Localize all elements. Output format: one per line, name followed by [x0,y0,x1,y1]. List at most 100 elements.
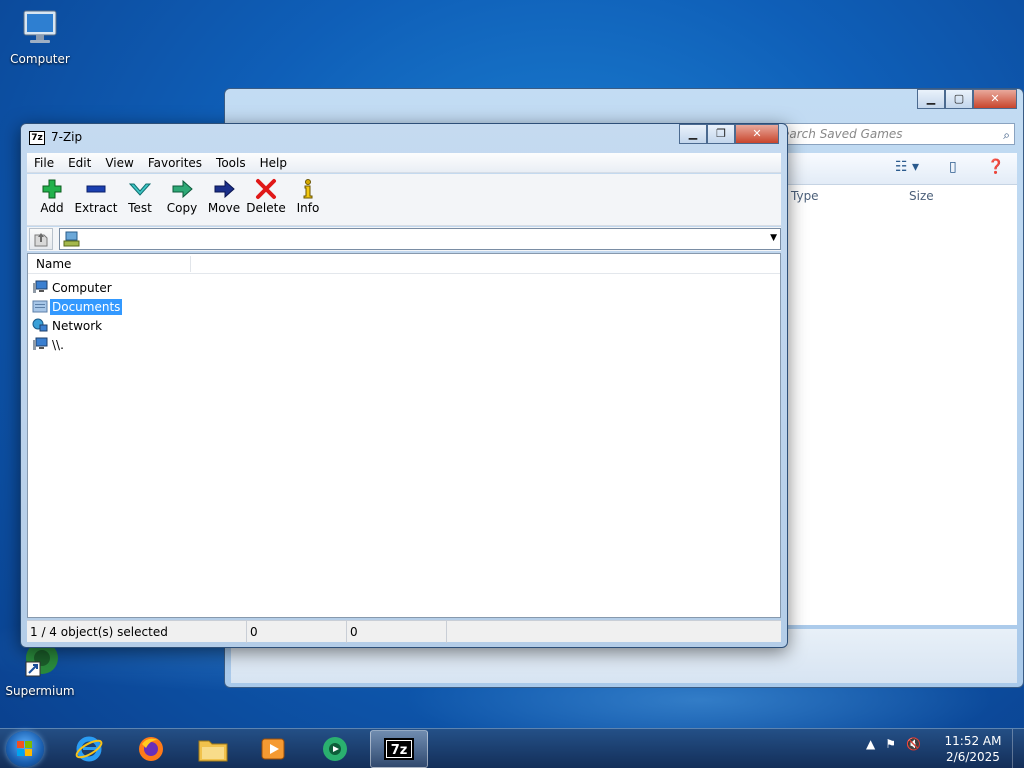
computer-icon [32,337,50,353]
column-size[interactable]: Size [909,189,934,203]
list-item-label: Documents [50,298,123,315]
move-label: Move [207,201,241,215]
taskbar-7zip[interactable]: 7z [370,730,428,768]
menu-favorites[interactable]: Favorites [141,156,209,170]
media-player-icon [261,738,285,760]
list-item-documents[interactable]: Documents [28,297,780,316]
sevenzip-titlebar[interactable]: 7z 7-Zip ▁ ❐ ✕ [21,124,787,150]
start-button[interactable] [6,731,44,767]
file-list[interactable]: Name Computer Documents Network \\. [27,253,781,618]
up-folder-button[interactable] [29,228,53,250]
desktop-icon-computer[interactable]: Computer [0,8,80,66]
extract-label: Extract [74,201,118,215]
status-packed: 0 [347,621,447,643]
documents-icon [32,299,50,315]
delete-icon [245,177,287,201]
menu-tools[interactable]: Tools [209,156,253,170]
clock[interactable]: 11:52 AM 2/6/2025 [940,733,1006,765]
sevenzip-window[interactable]: 7z 7-Zip ▁ ❐ ✕ File Edit View Favorites … [20,123,788,648]
restore-button[interactable]: ❐ [707,124,735,144]
minimize-button[interactable]: ▁ [679,124,707,144]
view-options-icon[interactable]: ☷ ▾ [895,159,919,175]
test-label: Test [128,201,152,215]
info-button[interactable]: Info [287,174,329,225]
window-title: 7-Zip [51,130,83,144]
sevenzip-toolbar: Add Extract Test Copy Move Delete Info [27,174,781,226]
taskbar-firefox[interactable] [122,730,180,768]
media-center-icon [323,737,347,761]
clock-time: 11:52 AM [944,734,1002,748]
move-button[interactable]: Move [203,174,245,225]
address-bar: ▼ [27,227,781,251]
maximize-button[interactable]: ▢ [945,89,973,109]
info-label: Info [296,201,320,215]
explorer-search-input[interactable]: earch Saved Games ⌕ [775,123,1015,145]
address-input[interactable]: ▼ [59,228,781,250]
move-icon [203,177,245,201]
internet-explorer-icon [75,736,103,762]
computer-icon [18,8,62,48]
info-icon [287,177,329,201]
system-tray: ▲ ⚑ 🔇 [866,737,921,751]
network-icon [32,318,50,334]
menu-help[interactable]: Help [253,156,294,170]
column-name[interactable]: Name [36,257,71,271]
delete-button[interactable]: Delete [245,174,287,225]
computer-icon [32,280,50,296]
help-icon[interactable]: ❓ [987,159,1004,175]
minimize-button[interactable]: ▁ [917,89,945,109]
extract-button[interactable]: Extract [73,174,119,225]
list-item-label: \\. [52,337,64,352]
copy-button[interactable]: Copy [161,174,203,225]
menu-view[interactable]: View [98,156,140,170]
add-button[interactable]: Add [31,174,73,225]
search-placeholder: earch Saved Games [782,127,903,141]
chevron-down-icon[interactable]: ▼ [770,233,777,243]
delete-label: Delete [246,201,286,215]
computer-network-icon [63,231,80,247]
test-button[interactable]: Test [119,174,161,225]
close-button[interactable]: ✕ [735,124,779,144]
taskbar-file-explorer[interactable] [184,730,242,768]
close-button[interactable]: ✕ [973,89,1017,109]
up-folder-icon [34,233,48,247]
list-item-device-path[interactable]: \\. [28,335,780,354]
taskbar-media-center[interactable] [306,730,364,768]
sevenzip-icon: 7z [384,738,414,760]
column-separator[interactable] [190,256,191,272]
taskbar-internet-explorer[interactable] [60,730,118,768]
add-label: Add [40,201,64,215]
list-item-network[interactable]: Network [28,316,780,335]
list-item-label: Computer [52,280,112,295]
svg-text:7z: 7z [391,743,408,758]
copy-label: Copy [166,201,198,215]
menu-file[interactable]: File [27,156,61,170]
sevenzip-caption-buttons: ▁ ❐ ✕ [679,124,779,144]
desktop-icon-supermium[interactable]: Supermium [0,640,80,698]
column-type[interactable]: Type [791,189,819,203]
extract-icon [73,177,119,201]
windows-logo-icon [17,741,32,756]
desktop-icon-label: Supermium [5,684,75,698]
status-bar: 1 / 4 object(s) selected 0 0 [27,620,781,643]
add-icon [31,177,73,201]
file-explorer-icon [198,740,228,762]
taskbar: 7z ▲ ⚑ 🔇 11:52 AM 2/6/2025 [0,728,1024,768]
volume-muted-icon[interactable]: 🔇 [906,737,921,751]
list-item-label: Network [52,318,103,333]
menu-bar: File Edit View Favorites Tools Help [27,153,781,173]
list-item-computer[interactable]: Computer [28,278,780,297]
firefox-icon [139,737,163,761]
list-header: Name [28,254,780,274]
test-icon [119,177,161,201]
show-desktop-button[interactable] [1012,729,1024,768]
copy-icon [161,177,203,201]
clock-date: 2/6/2025 [946,750,1000,764]
menu-edit[interactable]: Edit [61,156,98,170]
search-icon: ⌕ [1003,128,1010,142]
action-center-icon[interactable]: ⚑ [885,737,896,751]
show-hidden-icons-icon[interactable]: ▲ [866,737,875,751]
preview-pane-icon[interactable]: ▯ [949,159,957,175]
status-size: 0 [247,621,347,643]
taskbar-media-player[interactable] [244,730,302,768]
